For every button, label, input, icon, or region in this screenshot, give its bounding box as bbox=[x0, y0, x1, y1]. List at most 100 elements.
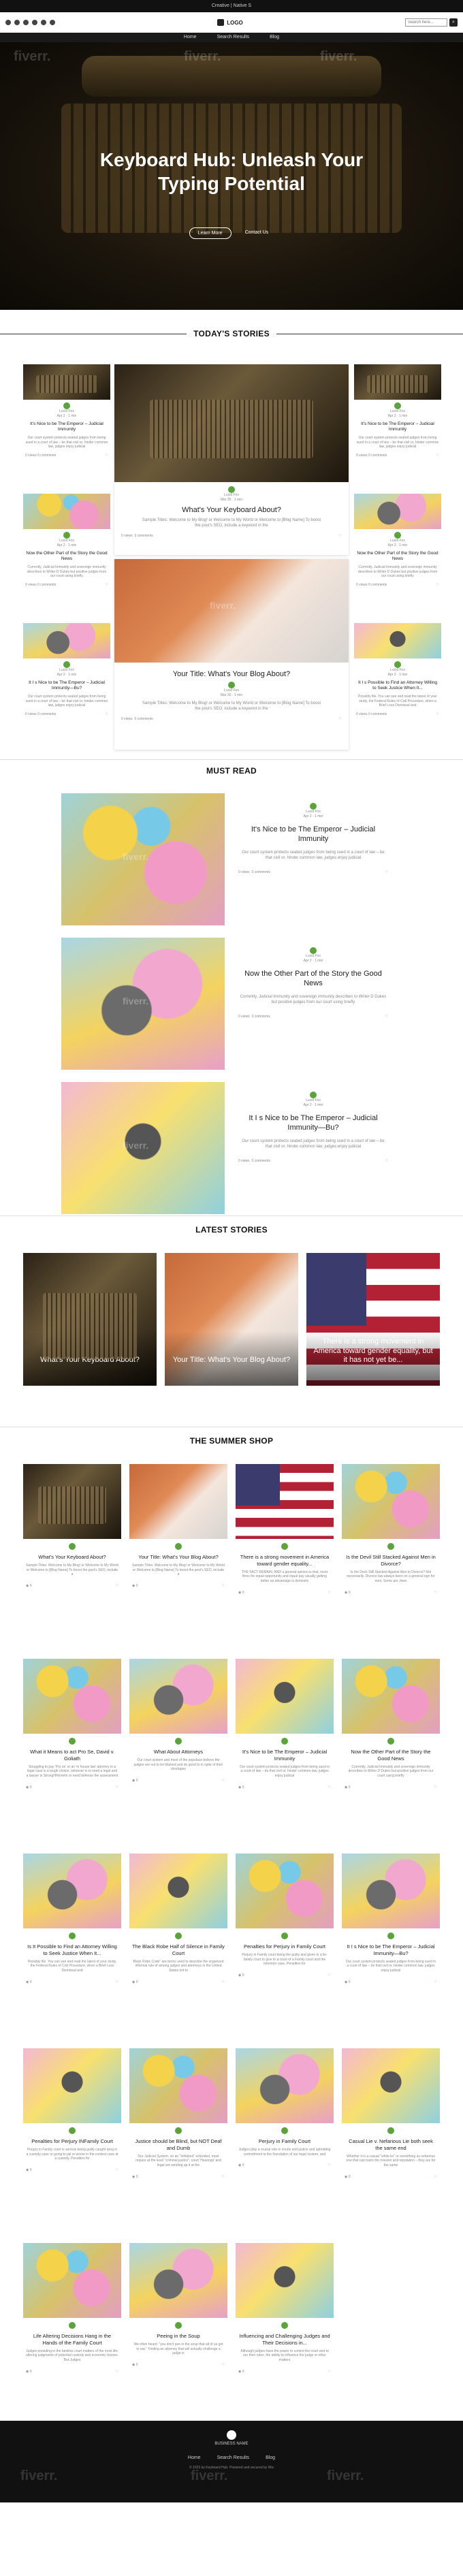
shop-post-card[interactable]: Your Title: What's Your Blog About? Samp… bbox=[129, 1464, 227, 1653]
heart-icon[interactable]: ♡ bbox=[116, 2168, 118, 2172]
post-title[interactable]: What it Means to act Pro Se, David v. Go… bbox=[26, 1749, 118, 1762]
heart-icon[interactable]: ♡ bbox=[222, 2363, 225, 2367]
heart-icon[interactable]: ♡ bbox=[436, 583, 439, 587]
story-title[interactable]: It's Nice to be The Emperor – Judicial I… bbox=[25, 422, 108, 433]
latest-story-card[interactable]: There is a strong movement in America to… bbox=[306, 1253, 440, 1386]
heart-icon[interactable]: ♡ bbox=[328, 2163, 331, 2167]
heart-icon[interactable]: ♡ bbox=[106, 583, 108, 587]
nav-item-home[interactable]: Home bbox=[184, 33, 197, 42]
shop-post-card[interactable]: What it Means to act Pro Se, David v. Go… bbox=[23, 1659, 121, 1848]
side-story-card[interactable]: Lucid Fox Apr 2 · 1 min Now the Other Par… bbox=[354, 494, 441, 622]
story-title[interactable]: Now the Other Part of the Story the Good… bbox=[356, 551, 439, 562]
twitter-icon[interactable] bbox=[14, 20, 20, 25]
pinterest-icon[interactable] bbox=[50, 20, 55, 25]
story-title[interactable]: It I s Possible to Find an Attorney Will… bbox=[356, 680, 439, 692]
heart-icon[interactable]: ♡ bbox=[328, 1785, 331, 1790]
side-story-card[interactable]: Lucid Fox Apr 2 · 1 min Now the Other Par… bbox=[23, 494, 110, 622]
heart-icon[interactable]: ♡ bbox=[222, 2175, 225, 2179]
heart-icon[interactable]: ♡ bbox=[385, 1159, 388, 1163]
post-title[interactable]: There is a strong movement in America to… bbox=[238, 1554, 331, 1568]
post-title[interactable]: Perjury in Family Court bbox=[238, 2138, 331, 2145]
heart-icon[interactable]: ♡ bbox=[106, 454, 108, 458]
heart-icon[interactable]: ♡ bbox=[106, 712, 108, 716]
heart-icon[interactable]: ♡ bbox=[328, 1973, 331, 1977]
post-title[interactable]: Casual Lie v. Nefarious Lie both seek th… bbox=[345, 2138, 437, 2152]
site-logo[interactable]: LOGO bbox=[217, 19, 243, 26]
shop-post-card[interactable]: Justice should be Blind, but NOT Deaf an… bbox=[129, 2048, 227, 2238]
heart-icon[interactable]: ♡ bbox=[116, 1584, 118, 1588]
footer-link-blog[interactable]: Blog bbox=[266, 2455, 275, 2460]
post-title[interactable]: What's Your Keyboard About? bbox=[26, 1554, 118, 1561]
shop-post-card[interactable]: The Black Robe Half of Silence in Family… bbox=[129, 1854, 227, 2043]
latest-story-card[interactable]: What's Your Keyboard About? bbox=[23, 1253, 157, 1386]
heart-icon[interactable]: ♡ bbox=[116, 1785, 118, 1790]
post-title[interactable]: Your Title: What's Your Blog About? bbox=[132, 1554, 225, 1561]
side-story-card[interactable]: Lucid Fox Apr 2 · 1 min It I s Nice to be… bbox=[23, 623, 110, 751]
shop-post-card[interactable]: It I s Nice to be The Emperor – Judicial… bbox=[342, 1854, 440, 2043]
side-story-card[interactable]: Lucid Fox Apr 2 · 1 min It's Nice to be T… bbox=[23, 364, 110, 492]
nav-item-blog[interactable]: Blog bbox=[270, 33, 279, 42]
shop-post-card[interactable]: Is It Possible to Find an Attorney Willi… bbox=[23, 1854, 121, 2043]
footer-link-home[interactable]: Home bbox=[188, 2455, 201, 2460]
contact-us-button[interactable]: Contact Us bbox=[240, 227, 274, 239]
post-title[interactable]: The Black Robe Half of Silence in Family… bbox=[132, 1943, 225, 1957]
nav-item-search-results[interactable]: Search Results bbox=[217, 33, 249, 42]
heart-icon[interactable]: ♡ bbox=[339, 534, 342, 538]
heart-icon[interactable]: ♡ bbox=[385, 870, 388, 874]
search-icon[interactable]: ⌕ bbox=[449, 18, 458, 27]
heart-icon[interactable]: ♡ bbox=[116, 1980, 118, 1984]
heart-icon[interactable]: ♡ bbox=[434, 1785, 437, 1790]
shop-post-card[interactable]: It's Nice to be The Emperor – Judicial I… bbox=[236, 1659, 334, 1848]
story-title[interactable]: What's Your Keyboard About? bbox=[121, 505, 342, 515]
side-story-card[interactable]: Lucid Fox Apr 2 · 1 min It I s Possible t… bbox=[354, 623, 441, 751]
heart-icon[interactable]: ♡ bbox=[328, 2370, 331, 2374]
post-title[interactable]: Life Altering Decisions Hang in the Hand… bbox=[26, 2333, 118, 2347]
instagram-icon[interactable] bbox=[23, 20, 29, 25]
post-title[interactable]: Now the Other Part of the Story the Good… bbox=[345, 1749, 437, 1762]
learn-more-button[interactable]: Learn More bbox=[189, 227, 232, 239]
shop-post-card[interactable]: Penalties for Perjury INFamily Court Per… bbox=[23, 2048, 121, 2238]
post-title[interactable]: Justice should be Blind, but NOT Deaf an… bbox=[132, 2138, 225, 2152]
post-title[interactable]: Peeing in the Soup bbox=[132, 2333, 225, 2340]
heart-icon[interactable]: ♡ bbox=[116, 2370, 118, 2374]
shop-post-card[interactable]: What's Your Keyboard About? Sample Title… bbox=[23, 1464, 121, 1653]
facebook-icon[interactable] bbox=[5, 20, 11, 25]
heart-icon[interactable]: ♡ bbox=[222, 1584, 225, 1588]
linkedin-icon[interactable] bbox=[32, 20, 37, 25]
latest-story-title[interactable]: There is a strong movement in America to… bbox=[313, 1337, 433, 1365]
shop-post-card[interactable]: Peeing in the Soup We often heard: "you … bbox=[129, 2243, 227, 2432]
post-title[interactable]: Is It Possible to Find an Attorney Willi… bbox=[26, 1943, 118, 1957]
heart-icon[interactable]: ♡ bbox=[385, 1015, 388, 1019]
heart-icon[interactable]: ♡ bbox=[328, 1591, 331, 1595]
heart-icon[interactable]: ♡ bbox=[339, 717, 342, 721]
featured-story-card[interactable]: Lucid Fox Mar 30 · 1 min What's Your Keyb… bbox=[114, 364, 349, 555]
post-title[interactable]: What About Attorneys bbox=[132, 1749, 225, 1755]
post-title[interactable]: It I s Nice to be The Emperor – Judicial… bbox=[345, 1943, 437, 1957]
story-title[interactable]: It I s Nice to be The Emperor – Judicial… bbox=[25, 680, 108, 692]
latest-story-card[interactable]: Your Title: What's Your Blog About? bbox=[165, 1253, 298, 1386]
heart-icon[interactable]: ♡ bbox=[436, 712, 439, 716]
post-title[interactable]: Is the Devil Still Stacked Against Men i… bbox=[345, 1554, 437, 1568]
shop-post-card[interactable]: Is the Devil Still Stacked Against Men i… bbox=[342, 1464, 440, 1653]
youtube-icon[interactable] bbox=[41, 20, 46, 25]
shop-post-card[interactable]: Now the Other Part of the Story the Good… bbox=[342, 1659, 440, 1848]
story-title[interactable]: Your Title: What's Your Blog About? bbox=[121, 669, 342, 679]
story-title[interactable]: It's Nice to be The Emperor – Judicial I… bbox=[238, 825, 388, 844]
heart-icon[interactable]: ♡ bbox=[434, 2175, 437, 2179]
heart-icon[interactable]: ♡ bbox=[222, 1779, 225, 1783]
shop-post-card[interactable]: Casual Lie v. Nefarious Lie both seek th… bbox=[342, 2048, 440, 2238]
shop-post-card[interactable]: Life Altering Decisions Hang in the Hand… bbox=[23, 2243, 121, 2432]
post-title[interactable]: Penalties for Perjury INFamily Court bbox=[26, 2138, 118, 2145]
footer-link-search-results[interactable]: Search Results bbox=[217, 2455, 249, 2460]
story-title[interactable]: It I s Nice to be The Emperor – Judicial… bbox=[238, 1113, 388, 1133]
heart-icon[interactable]: ♡ bbox=[436, 454, 439, 458]
must-read-card[interactable]: fiverr. Lucid Fox Apr 2 · 1 min It I s Ni… bbox=[61, 1082, 402, 1214]
must-read-card[interactable]: fiverr. Lucid Fox Apr 2 · 1 min Now the O… bbox=[61, 938, 402, 1070]
latest-story-title[interactable]: Your Title: What's Your Blog About? bbox=[172, 1356, 291, 1365]
heart-icon[interactable]: ♡ bbox=[434, 1980, 437, 1984]
story-title[interactable]: Now the Other Part of the Story the Good… bbox=[238, 969, 388, 989]
heart-icon[interactable]: ♡ bbox=[222, 1980, 225, 1984]
story-title[interactable]: It's Nice to be The Emperor – Judicial I… bbox=[356, 422, 439, 433]
shop-post-card[interactable]: What About Attorneys Our court system an… bbox=[129, 1659, 227, 1848]
post-title[interactable]: Penalties for Perjury in Family Court bbox=[238, 1943, 331, 1950]
